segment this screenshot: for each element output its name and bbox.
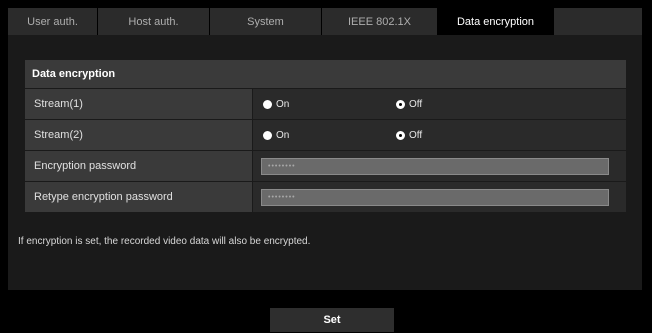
retype-password-input[interactable]: •••••••• (261, 188, 609, 206)
radio-selected-icon (396, 130, 405, 140)
retype-row: Retype encryption password •••••••• (25, 182, 626, 213)
stream2-off-label: Off (409, 129, 423, 141)
stream2-on-label: On (276, 129, 290, 141)
stream1-on-radio[interactable]: On (263, 99, 289, 110)
encryption-note: If encryption is set, the recorded video… (18, 236, 311, 247)
stream1-value: On Off (253, 89, 626, 119)
stream2-on-radio[interactable]: On (263, 130, 289, 141)
section-title: Data encryption (25, 60, 626, 89)
stream1-off-radio[interactable]: Off (396, 99, 422, 110)
stream1-label: Stream(1) (25, 89, 253, 119)
stream1-on-label: On (276, 98, 290, 110)
radio-unselected-icon (263, 99, 272, 109)
tab-ieee-8021x[interactable]: IEEE 802.1X (322, 8, 438, 35)
set-button[interactable]: Set (270, 308, 394, 332)
settings-table: Data encryption Stream(1) On Off Stream(… (25, 60, 626, 213)
stream2-value: On Off (253, 120, 626, 150)
tab-bar: User auth. Host auth. System IEEE 802.1X… (8, 8, 642, 35)
tab-host-auth[interactable]: Host auth. (98, 8, 210, 35)
password-value: •••••••• (253, 151, 626, 181)
stream2-off-radio[interactable]: Off (396, 130, 422, 141)
stream1-row: Stream(1) On Off (25, 89, 626, 120)
retype-value: •••••••• (253, 182, 626, 212)
tab-system[interactable]: System (210, 8, 322, 35)
radio-unselected-icon (263, 130, 272, 140)
stream2-row: Stream(2) On Off (25, 120, 626, 151)
tab-data-encryption[interactable]: Data encryption (438, 8, 554, 35)
radio-selected-icon (396, 99, 405, 109)
settings-panel: Data encryption Stream(1) On Off Stream(… (8, 35, 642, 290)
password-row: Encryption password •••••••• (25, 151, 626, 182)
encryption-password-input[interactable]: •••••••• (261, 157, 609, 175)
tab-user-auth[interactable]: User auth. (8, 8, 98, 35)
password-label: Encryption password (25, 151, 253, 181)
stream2-label: Stream(2) (25, 120, 253, 150)
stream1-off-label: Off (409, 98, 423, 110)
retype-label: Retype encryption password (25, 182, 253, 212)
